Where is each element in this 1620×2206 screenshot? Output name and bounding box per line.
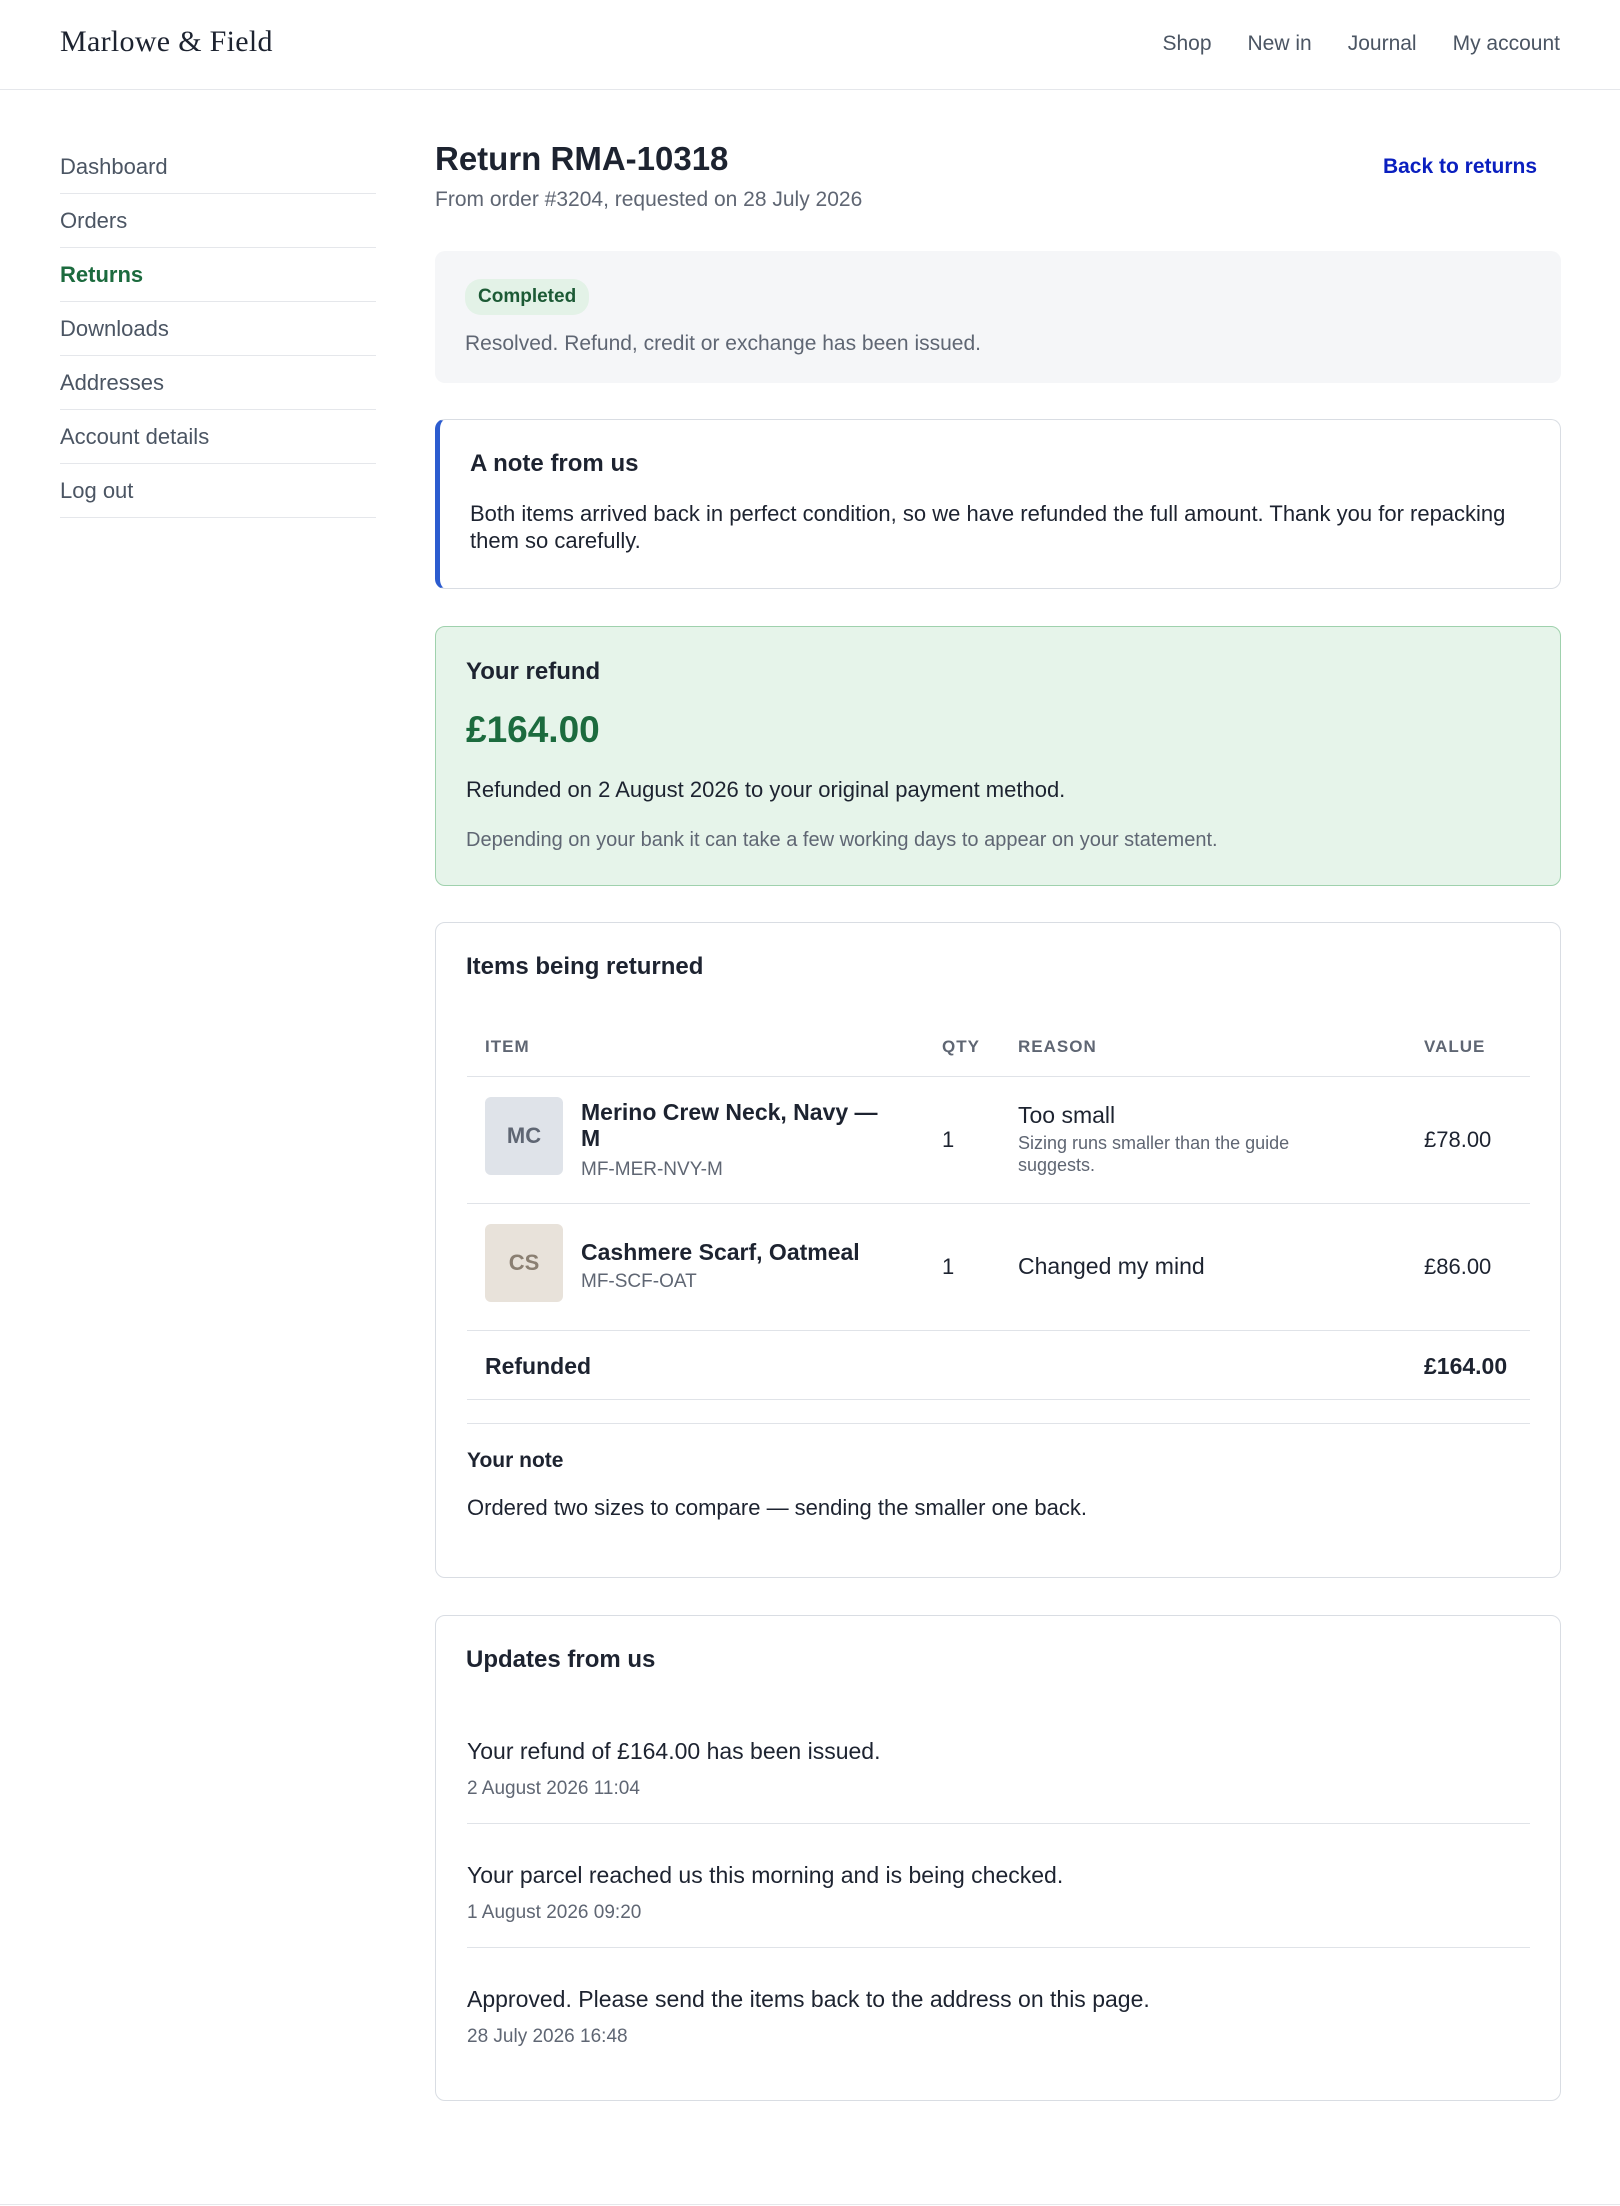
item-reason: Too small	[1018, 1102, 1116, 1128]
refunded-total-label: Refunded	[485, 1353, 592, 1379]
item-value: £78.00	[1424, 1127, 1492, 1152]
col-qty: QTY	[942, 1037, 980, 1056]
sidebar-item-dashboard[interactable]: Dashboard	[60, 140, 376, 194]
footer-divider	[0, 2204, 1620, 2205]
refund-title: Your refund	[466, 658, 601, 685]
item-sku: MF-MER-NVY-M	[581, 1159, 723, 1180]
top-nav: Shop New in Journal My account	[1162, 32, 1560, 56]
sidebar-item-returns[interactable]: Returns	[60, 248, 376, 302]
item-qty: 1	[942, 1254, 955, 1279]
page-title: Return RMA-10318	[435, 140, 729, 177]
update-entry: Your refund of £164.00 has been issued. …	[467, 1700, 1530, 1824]
nav-my-account[interactable]: My account	[1453, 32, 1560, 56]
update-text: Approved. Please send the items back to …	[467, 1986, 1150, 2012]
item-thumbnail: CS	[485, 1224, 563, 1302]
your-note-body: Ordered two sizes to compare — sending t…	[467, 1495, 1087, 1520]
col-reason: REASON	[1018, 1037, 1097, 1056]
refunded-total-value: £164.00	[1424, 1353, 1508, 1379]
note-body: Both items arrived back in perfect condi…	[470, 501, 1506, 553]
col-value: VALUE	[1424, 1037, 1486, 1056]
note-title: A note from us	[470, 450, 639, 477]
status-badge: Completed	[465, 279, 590, 315]
status-text: Resolved. Refund, credit or exchange has…	[465, 332, 981, 355]
items-card: Items being returned ITEM QTY REASON VAL…	[435, 922, 1561, 1578]
sidebar-item-addresses[interactable]: Addresses	[60, 356, 376, 410]
item-sku: MF-SCF-OAT	[581, 1271, 697, 1292]
refund-amount: £164.00	[466, 709, 600, 750]
update-timestamp: 2 August 2026 11:04	[467, 1778, 640, 1799]
update-text: Your refund of £164.00 has been issued.	[467, 1738, 881, 1764]
note-from-us-card: A note from us Both items arrived back i…	[435, 419, 1561, 589]
item-qty: 1	[942, 1127, 955, 1152]
items-title: Items being returned	[466, 953, 704, 980]
item-reason-detail: Sizing runs smaller than the guide sugge…	[1018, 1133, 1290, 1175]
refund-date-line: Refunded on 2 August 2026 to your origin…	[466, 777, 1066, 802]
nav-journal[interactable]: Journal	[1348, 32, 1417, 56]
sidebar-item-orders[interactable]: Orders	[60, 194, 376, 248]
update-timestamp: 1 August 2026 09:20	[467, 1902, 642, 1923]
back-to-returns-link[interactable]: Back to returns	[1383, 155, 1537, 179]
item-name: Cashmere Scarf, Oatmeal	[581, 1239, 860, 1265]
sidebar-item-log-out[interactable]: Log out	[60, 464, 376, 518]
refunded-total-row: Refunded £164.00	[467, 1331, 1530, 1400]
sidebar-item-downloads[interactable]: Downloads	[60, 302, 376, 356]
col-item: ITEM	[485, 1037, 530, 1056]
brand-logo[interactable]: Marlowe & Field	[60, 25, 273, 59]
nav-shop[interactable]: Shop	[1162, 32, 1211, 56]
status-card: Completed Resolved. Refund, credit or ex…	[435, 251, 1561, 383]
table-row: CS Cashmere Scarf, Oatmeal MF-SCF-OAT 1 …	[467, 1204, 1530, 1331]
updates-title: Updates from us	[466, 1646, 656, 1673]
update-entry: Your parcel reached us this morning and …	[467, 1824, 1530, 1948]
table-header: ITEM QTY REASON VALUE	[467, 1007, 1530, 1077]
site-header: Marlowe & Field Shop New in Journal My a…	[0, 0, 1620, 90]
your-note-title: Your note	[467, 1449, 564, 1472]
account-sidebar: Dashboard Orders Returns Downloads Addre…	[60, 140, 376, 518]
item-value: £86.00	[1424, 1254, 1492, 1279]
page-subtitle: From order #3204, requested on 28 July 2…	[435, 188, 863, 211]
divider	[467, 1423, 1530, 1424]
table-row: MC Merino Crew Neck, Navy — M MF-MER-NVY…	[467, 1077, 1530, 1204]
refund-hint: Depending on your bank it can take a few…	[466, 829, 1218, 851]
updates-card: Updates from us Your refund of £164.00 h…	[435, 1615, 1561, 2101]
update-entry: Approved. Please send the items back to …	[467, 1948, 1530, 2072]
sidebar-item-account-details[interactable]: Account details	[60, 410, 376, 464]
item-reason: Changed my mind	[1018, 1253, 1205, 1279]
nav-new-in[interactable]: New in	[1248, 32, 1312, 56]
update-text: Your parcel reached us this morning and …	[467, 1862, 1064, 1888]
refund-card: Your refund £164.00 Refunded on 2 August…	[435, 626, 1561, 886]
update-timestamp: 28 July 2026 16:48	[467, 2026, 628, 2047]
item-name: Merino Crew Neck, Navy — M	[581, 1099, 878, 1151]
item-thumbnail: MC	[485, 1097, 563, 1175]
